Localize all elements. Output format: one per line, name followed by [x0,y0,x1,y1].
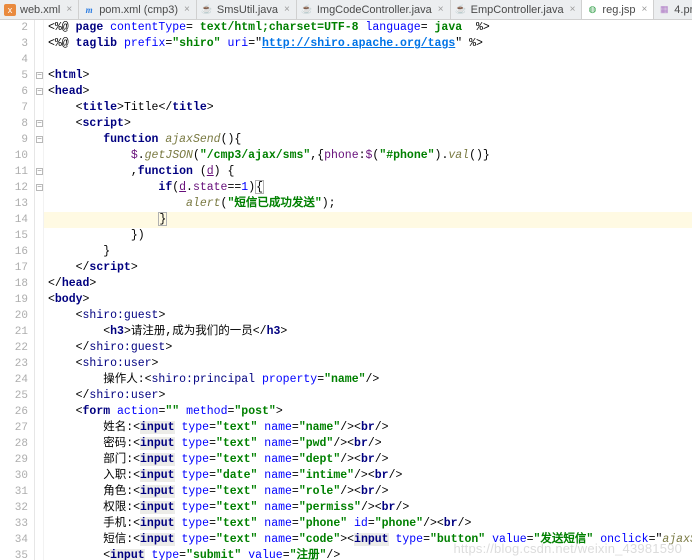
fold-toggle[interactable]: − [36,184,43,191]
close-icon[interactable]: × [66,4,72,15]
code-editor[interactable]: 2345678910111213141516171819202122232425… [0,20,692,560]
png-icon: ▦ [658,4,670,16]
tab-label: EmpController.java [471,4,564,16]
jsp-icon: ◍ [586,4,598,16]
fold-toggle[interactable]: − [36,72,43,79]
close-icon[interactable]: × [438,4,444,15]
java-icon: ☕ [301,4,313,16]
fold-toggle[interactable]: − [36,136,43,143]
close-icon[interactable]: × [641,4,647,15]
tab-reg-jsp[interactable]: ◍ reg.jsp × [582,0,654,19]
tab-label: pom.xml (cmp3) [99,4,178,16]
xml-icon: x [4,4,16,16]
tab-smsutil[interactable]: ☕ SmsUtil.java × [197,0,297,19]
tab-label: web.xml [20,4,60,16]
fold-toggle[interactable]: − [36,120,43,127]
tab-imgcodecontroller[interactable]: ☕ ImgCodeController.java × [297,0,451,19]
fold-toggle[interactable]: − [36,168,43,175]
tab-web-xml[interactable]: x web.xml × [0,0,79,19]
tab-label: SmsUtil.java [217,4,278,16]
java-icon: ☕ [201,4,213,16]
tab-label: ImgCodeController.java [317,4,432,16]
close-icon[interactable]: × [284,4,290,15]
java-icon: ☕ [455,4,467,16]
tab-pom-xml[interactable]: m pom.xml (cmp3) × [79,0,197,19]
tab-label: reg.jsp [602,4,635,16]
close-icon[interactable]: × [570,4,576,15]
close-icon[interactable]: × [184,4,190,15]
tab-4-png[interactable]: ▦ 4.png × [654,0,692,19]
code-area[interactable]: <%@ page contentType= text/html;charset=… [44,20,692,560]
editor-tabs: x web.xml × m pom.xml (cmp3) × ☕ SmsUtil… [0,0,692,20]
fold-column: − − − − − − [35,20,44,560]
maven-icon: m [83,4,95,16]
tab-label: 4.png [674,4,692,16]
fold-toggle[interactable]: − [36,88,43,95]
tab-empcontroller[interactable]: ☕ EmpController.java × [451,0,583,19]
line-gutter: 2345678910111213141516171819202122232425… [0,20,35,560]
